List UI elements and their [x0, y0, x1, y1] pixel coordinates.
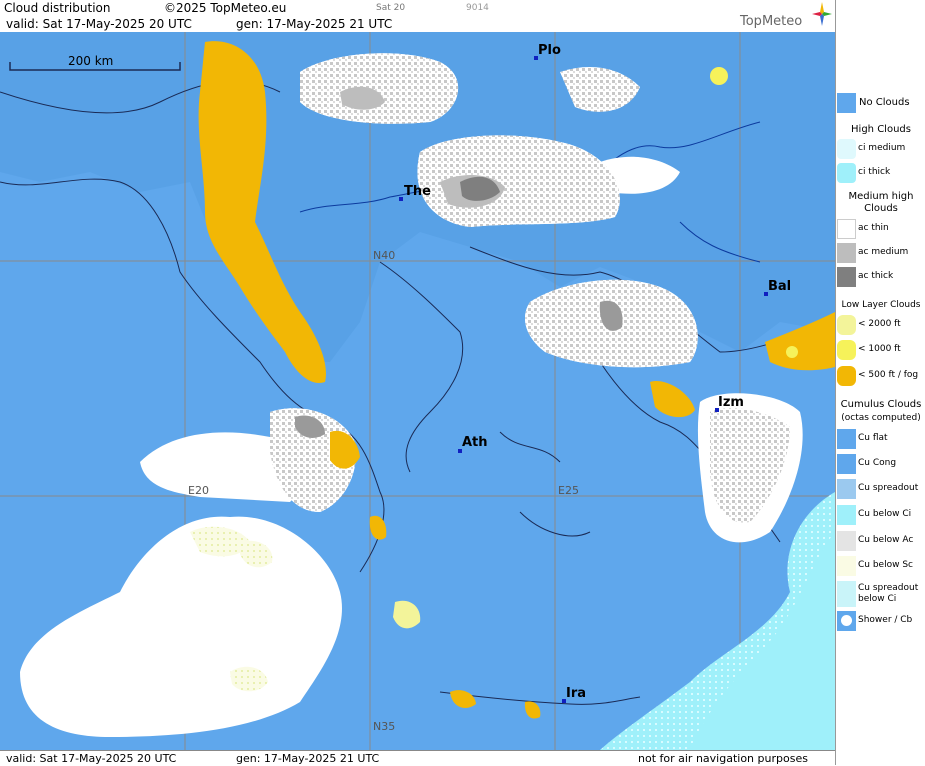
legend-swatch: [837, 479, 856, 499]
footer-disclaimer: not for air navigation purposes: [638, 752, 808, 765]
legend-shower: Shower / Cb: [837, 611, 925, 633]
legend-swatch: [837, 219, 856, 239]
legend-swatch: [837, 315, 856, 335]
id-tab: 9014: [466, 3, 489, 13]
legend-swatch: [837, 340, 856, 360]
legend-swatch: [837, 505, 856, 525]
legend-cu-subtitle: (octas computed): [841, 413, 921, 423]
legend-label: < 1000 ft: [858, 344, 901, 354]
copyright-text: ©2025 TopMeteo.eu: [164, 1, 287, 15]
map-footer: valid: Sat 17-May-2025 20 UTC gen: 17-Ma…: [0, 750, 835, 766]
legend-cu-below-ci: Cu below Ci: [837, 505, 925, 527]
legend-medium-title: Medium high Clouds: [848, 191, 914, 214]
legend-cu-flat: Cu flat: [837, 429, 925, 451]
legend-ac-thick: ac thick: [837, 267, 925, 289]
legend-swatch: [837, 556, 856, 576]
legend-label: ac thick: [858, 271, 894, 281]
legend-cu-spreadout: Cu spreadout: [837, 479, 925, 501]
legend-label: Cu below Ac: [858, 535, 914, 545]
legend-cu-title: Cumulus Clouds: [840, 399, 922, 410]
legend-swatch: [837, 163, 856, 183]
legend-label: ci thick: [858, 167, 891, 177]
shower-icon: [841, 615, 852, 626]
logo-text: TopMeteo: [740, 14, 803, 29]
legend-ac-medium: ac medium: [837, 243, 925, 265]
legend-swatch: [837, 139, 856, 159]
legend-cu-spreadout-below-ci: Cu spreadout below Ci: [837, 581, 925, 609]
legend-high-title: High Clouds: [851, 124, 911, 135]
legend-swatch: [837, 454, 856, 474]
city-marker-the: [399, 197, 403, 201]
legend-low-1000: < 1000 ft: [837, 340, 925, 362]
legend-swatch: [837, 429, 856, 449]
legend-cu-below-ac: Cu below Ac: [837, 531, 925, 553]
city-label-ira[interactable]: Ira: [566, 686, 586, 701]
legend-low-500: < 500 ft / fog: [837, 366, 925, 388]
product-title: Cloud distribution: [4, 1, 111, 15]
legend-ci-medium: ci medium: [837, 139, 925, 161]
legend-ci-thick: ci thick: [837, 163, 925, 185]
legend-no-clouds: No Clouds: [837, 93, 925, 115]
legend-low-title: Low Layer Clouds: [841, 300, 921, 310]
city-label-ath[interactable]: Ath: [462, 435, 488, 450]
scale-label: 200 km: [68, 54, 113, 68]
legend-label: Cu spreadout: [858, 483, 919, 493]
legend-cu-cong: Cu Cong: [837, 454, 925, 476]
legend-low-2000: < 2000 ft: [837, 315, 925, 337]
legend-swatch: [837, 366, 856, 386]
legend-swatch: [837, 243, 856, 263]
city-label-izm[interactable]: Izm: [718, 395, 744, 410]
legend-label: < 2000 ft: [858, 319, 901, 329]
grid-label-n40: N40: [373, 249, 395, 262]
compass-icon: [812, 2, 832, 26]
city-label-bal[interactable]: Bal: [768, 279, 791, 294]
legend-label: ac thin: [858, 223, 889, 233]
footer-valid-time: valid: Sat 17-May-2025 20 UTC: [6, 752, 177, 765]
legend-swatch: [837, 93, 856, 113]
gen-time: gen: 17-May-2025 21 UTC: [236, 17, 393, 31]
legend-ac-thin: ac thin: [837, 219, 925, 241]
cloud-map[interactable]: 200 km N40 N35 E20 E25 Plo The Bal Izm A…: [0, 32, 835, 750]
legend-label: Cu flat: [858, 433, 888, 443]
legend-label: < 500 ft / fog: [858, 370, 919, 380]
grid-label-e20: E20: [188, 484, 209, 497]
legend-label: ac medium: [858, 247, 909, 257]
legend-cu-below-sc: Cu below Sc: [837, 556, 925, 578]
legend-label: Cu below Ci: [858, 509, 912, 519]
legend-label: Cu below Sc: [858, 560, 913, 570]
legend-label: Cu Cong: [858, 458, 897, 468]
grid-label-n35: N35: [373, 720, 395, 733]
legend-panel: No Clouds High Clouds ci medium ci thick…: [835, 0, 925, 765]
city-label-plo[interactable]: Plo: [538, 43, 561, 58]
legend-label: No Clouds: [859, 97, 910, 108]
footer-gen-time: gen: 17-May-2025 21 UTC: [236, 752, 380, 765]
day-tab[interactable]: Sat 20: [376, 3, 405, 13]
legend-label: Cu spreadout below Ci: [858, 583, 919, 604]
legend-swatch: [837, 611, 856, 631]
valid-time: valid: Sat 17-May-2025 20 UTC: [6, 17, 192, 31]
legend-swatch: [837, 267, 856, 287]
legend-label: ci medium: [858, 143, 906, 153]
legend-label: Shower / Cb: [858, 615, 913, 625]
topmeteo-logo: TopMeteo: [740, 2, 832, 30]
city-label-the[interactable]: The: [404, 184, 431, 199]
map-header: Cloud distribution ©2025 TopMeteo.eu Sat…: [0, 0, 835, 32]
legend-swatch: [837, 531, 856, 551]
legend-swatch: [837, 581, 856, 607]
grid-label-e25: E25: [558, 484, 579, 497]
